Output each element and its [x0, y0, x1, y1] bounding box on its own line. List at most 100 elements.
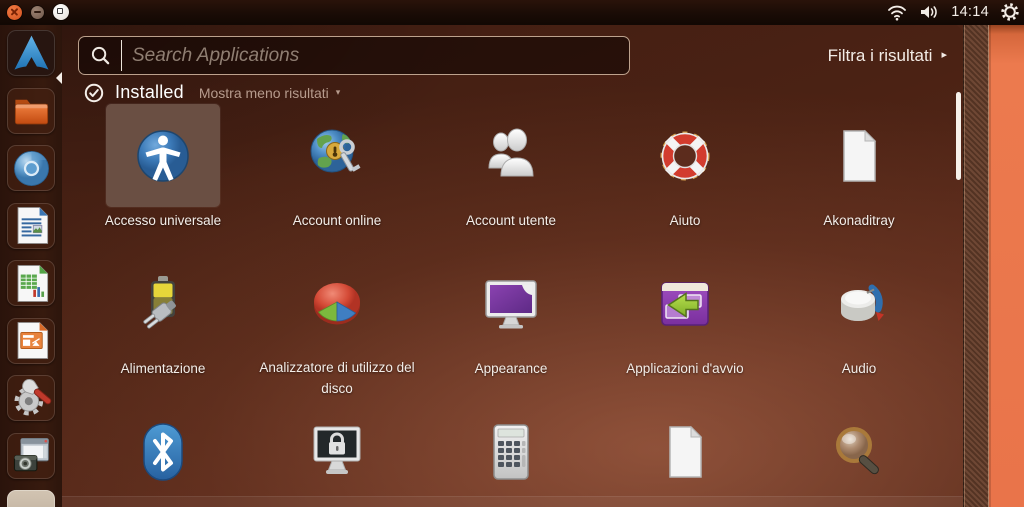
bluetooth-icon	[131, 420, 195, 484]
installed-section-header: Installed Mostra meno risultati ▾	[84, 82, 340, 103]
search-icon	[79, 45, 121, 66]
launcher-item-system-settings[interactable]	[7, 375, 55, 421]
app-tile[interactable]	[802, 400, 916, 503]
app-tile[interactable]	[280, 252, 394, 354]
online-accounts-icon	[305, 124, 369, 188]
app-cell: Appearance	[424, 252, 598, 400]
top-panel: 14:14	[0, 0, 1024, 25]
audio-knob-icon	[827, 272, 891, 336]
app-cell: Applicazioni d'avvio	[598, 252, 772, 400]
app-cell: Account online	[250, 104, 424, 252]
launcher-item-dash-home[interactable]	[7, 30, 55, 76]
disk-usage-pie-icon	[305, 271, 369, 335]
filter-results-label: Filtra i risultati	[828, 46, 933, 66]
session-gear-icon[interactable]	[1001, 3, 1019, 21]
app-cell	[250, 400, 424, 507]
filter-results-button[interactable]: Filtra i risultati ▸	[828, 36, 947, 75]
wifi-icon[interactable]	[887, 4, 907, 21]
app-tile[interactable]	[106, 400, 220, 503]
chromium-icon	[10, 147, 53, 190]
app-label: Account online	[293, 210, 382, 232]
app-cell: Audio	[772, 252, 946, 400]
app-label: Analizzatore di utilizzo del disco	[253, 357, 421, 400]
user-accounts-icon	[479, 124, 543, 188]
app-tile[interactable]	[628, 104, 742, 207]
app-tile[interactable]	[454, 252, 568, 355]
window-controls	[7, 0, 69, 24]
lo-writer-icon	[10, 204, 53, 247]
launcher-item-browser-chromium[interactable]	[7, 145, 55, 191]
app-label: Accesso universale	[105, 210, 221, 232]
launcher-item-libreoffice-impress[interactable]	[7, 318, 55, 364]
app-cell: Alimentazione	[76, 252, 250, 400]
app-tile[interactable]	[280, 104, 394, 207]
dash-bottom-divider	[62, 496, 963, 507]
app-tile[interactable]	[802, 104, 916, 207]
launcher-item-file-manager[interactable]	[7, 88, 55, 134]
installed-check-icon	[84, 83, 104, 103]
chevron-down-icon: ▾	[336, 88, 341, 97]
toggle-label: Mostra meno risultati	[199, 85, 329, 101]
volume-icon[interactable]	[919, 4, 939, 20]
app-cell: Account utente	[424, 104, 598, 252]
app-cell	[424, 400, 598, 507]
clock[interactable]: 14:14	[951, 4, 989, 20]
app-tile[interactable]	[628, 252, 742, 355]
search-box[interactable]	[78, 36, 630, 75]
chevron-right-icon: ▸	[941, 50, 947, 61]
plain-document-icon	[827, 124, 891, 188]
app-cell	[598, 400, 772, 507]
accessibility-icon	[131, 124, 195, 188]
launcher-item-screenshot-tool[interactable]	[7, 433, 55, 479]
search-input[interactable]	[122, 37, 629, 74]
app-cell: Aiuto	[598, 104, 772, 252]
launcher-item-libreoffice-calc[interactable]	[7, 260, 55, 306]
app-cell	[76, 400, 250, 507]
power-battery-icon	[131, 272, 195, 336]
app-label: Audio	[842, 358, 877, 380]
magnifier-icon	[827, 420, 891, 484]
folder-icon	[10, 89, 53, 132]
maximize-button[interactable]	[53, 4, 69, 20]
dash-scrollbar-thumb[interactable]	[956, 92, 961, 180]
close-button[interactable]	[7, 5, 22, 20]
lo-calc-icon	[10, 262, 53, 305]
background-window	[989, 24, 1024, 507]
app-tile[interactable]	[280, 400, 394, 503]
show-fewer-results-toggle[interactable]: Mostra meno risultati ▾	[199, 85, 340, 101]
arch-logo-icon	[10, 32, 53, 75]
app-tile[interactable]	[802, 252, 916, 355]
app-label: Akonaditray	[823, 210, 894, 232]
launcher	[0, 24, 62, 507]
app-label: Aiuto	[670, 210, 701, 232]
launcher-item-libreoffice-writer[interactable]	[7, 203, 55, 249]
appearance-monitor-icon	[479, 272, 543, 336]
screenshot-icon	[10, 434, 53, 477]
plain-document-icon	[653, 420, 717, 484]
app-label: Appearance	[475, 358, 548, 380]
dash-edge-texture	[963, 24, 989, 507]
app-tile[interactable]	[454, 400, 568, 503]
calculator-icon	[479, 420, 543, 484]
section-title: Installed	[115, 82, 184, 103]
app-tile[interactable]	[106, 252, 220, 355]
dash-overlay: Filtra i risultati ▸ Installed Mostra me…	[62, 24, 963, 507]
app-tile[interactable]	[106, 104, 220, 207]
app-tile[interactable]	[628, 400, 742, 503]
startup-apps-icon	[653, 272, 717, 336]
status-cluster: 14:14	[887, 0, 1019, 24]
minimize-button[interactable]	[31, 6, 44, 19]
lo-impress-icon	[10, 319, 53, 362]
app-cell: Analizzatore di utilizzo del disco	[250, 252, 424, 400]
app-tile[interactable]	[454, 104, 568, 207]
settings-wrench-icon	[10, 377, 53, 420]
help-lifebuoy-icon	[653, 124, 717, 188]
app-cell: Accesso universale	[76, 104, 250, 252]
dash-open-arrow-icon	[56, 72, 62, 84]
app-cell	[772, 400, 946, 507]
app-label: Applicazioni d'avvio	[626, 358, 743, 380]
launcher-item-next-app-partial[interactable]	[7, 490, 55, 507]
lock-screen-icon	[305, 420, 369, 484]
app-grid: Accesso universale Account online Account …	[76, 104, 948, 507]
app-label: Account utente	[466, 210, 556, 232]
